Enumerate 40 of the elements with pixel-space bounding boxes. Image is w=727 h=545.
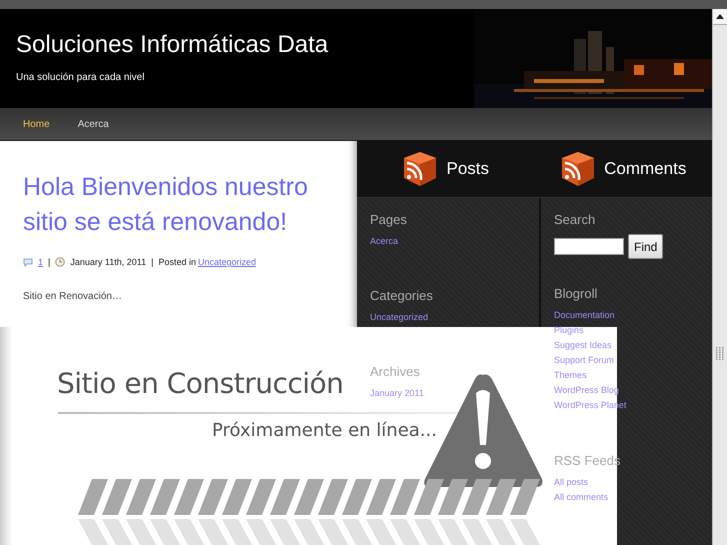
find-button[interactable]: Find (628, 234, 664, 259)
clock-icon (55, 257, 66, 267)
sidebar-link[interactable]: Uncategorized (370, 310, 428, 325)
sidebar-link[interactable]: Plugins (554, 323, 584, 338)
sidebar-link[interactable]: All posts (554, 475, 588, 490)
post-date: January 11th, 2011 (70, 257, 146, 267)
widget-heading: Categories (370, 288, 434, 303)
category-link[interactable]: Uncategorized (198, 257, 256, 267)
banner-subtitle: Próximamente en línea... (212, 420, 437, 441)
widget-heading: Pages (370, 212, 408, 227)
feed-link[interactable]: Posts (357, 150, 534, 188)
separator: | (48, 257, 50, 267)
feed-link[interactable]: Comments (534, 150, 712, 188)
nav-link[interactable]: Home (23, 118, 50, 130)
sidebar-link[interactable]: Support Forum (554, 353, 614, 368)
banner-title: Sitio en Construcción (57, 367, 344, 400)
category-label: Posted in (158, 257, 196, 267)
sidebar-link[interactable]: Documentation (554, 308, 615, 323)
separator: | (151, 257, 154, 267)
rss-feed-icon (402, 150, 438, 188)
sidebar-link[interactable]: All comments (554, 490, 608, 505)
sidebar-link[interactable]: Acerca (370, 234, 398, 249)
search-field[interactable] (554, 238, 624, 255)
post-title[interactable]: Hola Bienvenidos nuestro sitio se está renovando! (23, 170, 343, 240)
widget-heading: Archives (370, 364, 421, 379)
comment-bubble-icon (23, 258, 33, 266)
site-title: Soluciones Informáticas Data (16, 31, 328, 59)
rss-feed-icon (560, 150, 596, 188)
site-tagline: Una solución para cada nivel (16, 72, 146, 83)
nav-link[interactable]: Acerca (78, 118, 109, 130)
widget-heading: Search (554, 212, 596, 227)
sidebar-link[interactable]: Themes (554, 368, 587, 383)
sidebar-link[interactable]: Suggest Ideas (554, 338, 612, 353)
sidebar-link[interactable]: January 2011 (370, 386, 424, 401)
scroll-grip-icon[interactable] (716, 347, 724, 361)
comment-count-link[interactable]: 1 (38, 257, 44, 267)
widget-heading: Blogroll (554, 286, 598, 301)
post-excerpt: Sitio en Renovación… (23, 291, 123, 302)
scroll-up-button[interactable] (713, 9, 727, 25)
up-arrow-icon (716, 14, 724, 19)
